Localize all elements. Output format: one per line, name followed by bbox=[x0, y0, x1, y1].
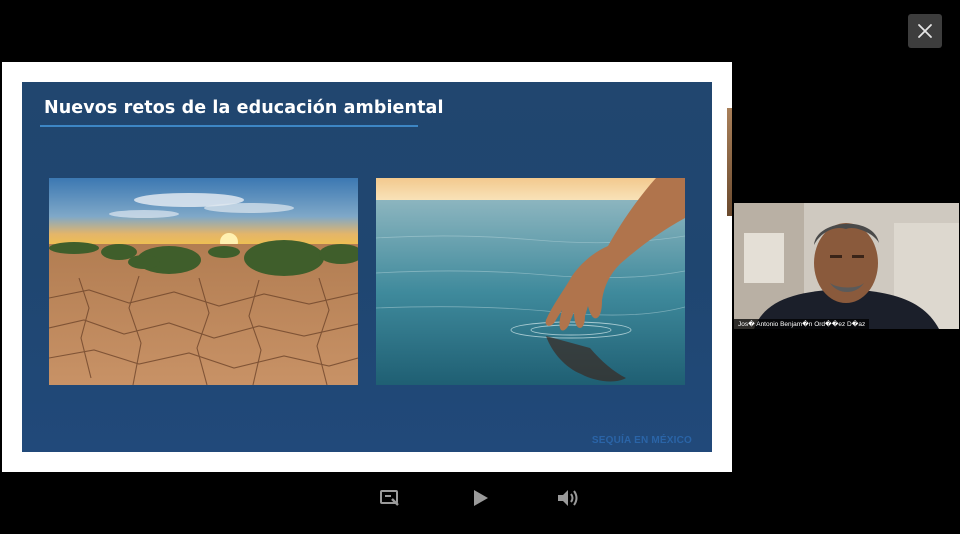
volume-icon bbox=[558, 490, 578, 506]
captions-button[interactable] bbox=[378, 486, 402, 510]
water-photo bbox=[376, 178, 685, 385]
slide-footer-brand: SEQUÍA EN MÉXICO bbox=[591, 435, 692, 446]
captions-icon bbox=[380, 490, 399, 506]
volume-button[interactable] bbox=[556, 486, 580, 510]
adjacent-slide-edge bbox=[727, 108, 732, 216]
slide: Nuevos retos de la educación ambiental S… bbox=[22, 82, 712, 452]
slide-title: Nuevos retos de la educación ambiental bbox=[44, 98, 444, 118]
participant-avatar bbox=[734, 203, 959, 329]
participant-video-tile[interactable]: Jos� Antonio Benjam�n Ord��ez D�az bbox=[734, 203, 959, 329]
play-icon bbox=[474, 490, 488, 506]
participant-name: Jos� Antonio Benjam�n Ord��ez D�az bbox=[734, 319, 870, 329]
close-icon bbox=[918, 24, 932, 38]
close-button[interactable] bbox=[908, 14, 942, 48]
playback-controls bbox=[0, 480, 960, 516]
desert-photo bbox=[49, 178, 358, 385]
presentation-viewer: Nuevos retos de la educación ambiental S… bbox=[0, 0, 960, 534]
play-button[interactable] bbox=[468, 486, 492, 510]
title-underline bbox=[40, 125, 418, 127]
slide-frame: Nuevos retos de la educación ambiental S… bbox=[2, 62, 732, 472]
